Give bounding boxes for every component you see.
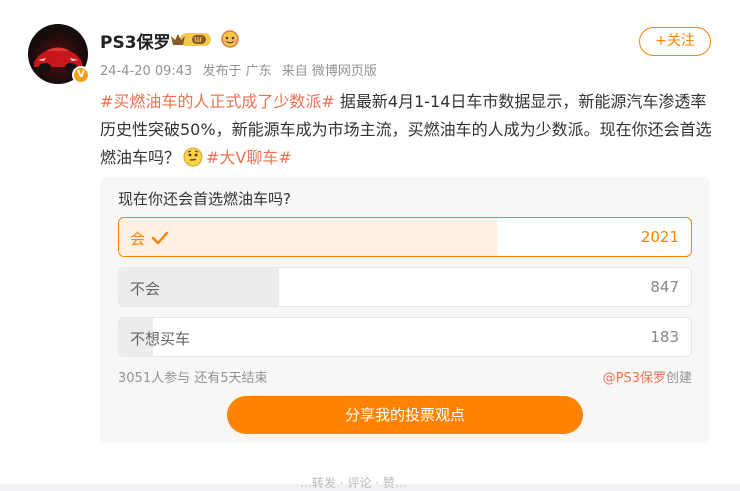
footer-hint: …转发 · 评论 · 赞… <box>300 476 407 490</box>
poll-option-label: 会 <box>130 230 146 248</box>
post-source: 来自 微博网页版 <box>281 64 377 79</box>
face-badge-icon[interactable] <box>220 29 240 49</box>
verified-badge: V <box>72 66 90 84</box>
poll-option[interactable]: 不想买车 183 <box>118 317 692 357</box>
share-vote-button[interactable]: 分享我的投票观点 <box>227 396 583 434</box>
poll-option[interactable]: 会 2021 <box>118 217 692 257</box>
post-time[interactable]: 24-4-20 09:43 <box>100 64 192 79</box>
checkmark-icon <box>151 231 169 245</box>
post-location: 发布于 广东 <box>202 64 272 79</box>
thinking-emoji-icon <box>183 147 203 167</box>
poll-option-count: 2021 <box>640 228 679 246</box>
weibo-post-card: V PS3保罗 24-4-20 09:43 发布于 广东 来自 微博网页版 +关… <box>0 0 740 490</box>
creator-mention-link[interactable]: @PS3保罗 <box>603 371 666 386</box>
hashtag-link[interactable]: #大V聊车# <box>206 148 292 167</box>
poll-option-count: 183 <box>650 328 679 346</box>
crown-level-badge-icon[interactable] <box>170 31 212 48</box>
poll-option-label: 不会 <box>130 280 161 298</box>
post-text: #买燃油车的人正式成了少数派# 据最新4月1-14日车市数据显示，新能源汽车渗透… <box>100 88 712 172</box>
poll-creator: @PS3保罗创建 <box>603 367 692 386</box>
creator-suffix: 创建 <box>665 371 692 386</box>
post-meta: 24-4-20 09:43 发布于 广东 来自 微博网页版 <box>100 60 383 79</box>
poll-option-label: 不想买车 <box>130 330 191 348</box>
username[interactable]: PS3保罗 <box>100 28 171 53</box>
poll-card: 现在你还会首选燃油车吗? 会 2021 不会 847 不想买车 183 3051… <box>100 177 710 443</box>
poll-option-count: 847 <box>650 278 679 296</box>
poll-stats: 3051人参与 还有5天结束 <box>118 371 268 386</box>
follow-button[interactable]: +关注 <box>639 27 711 56</box>
hashtag-link[interactable]: #买燃油车的人正式成了少数派# <box>100 92 335 111</box>
poll-option[interactable]: 不会 847 <box>118 267 692 307</box>
poll-question: 现在你还会首选燃油车吗? <box>118 190 291 208</box>
poll-option-fill <box>119 218 497 256</box>
